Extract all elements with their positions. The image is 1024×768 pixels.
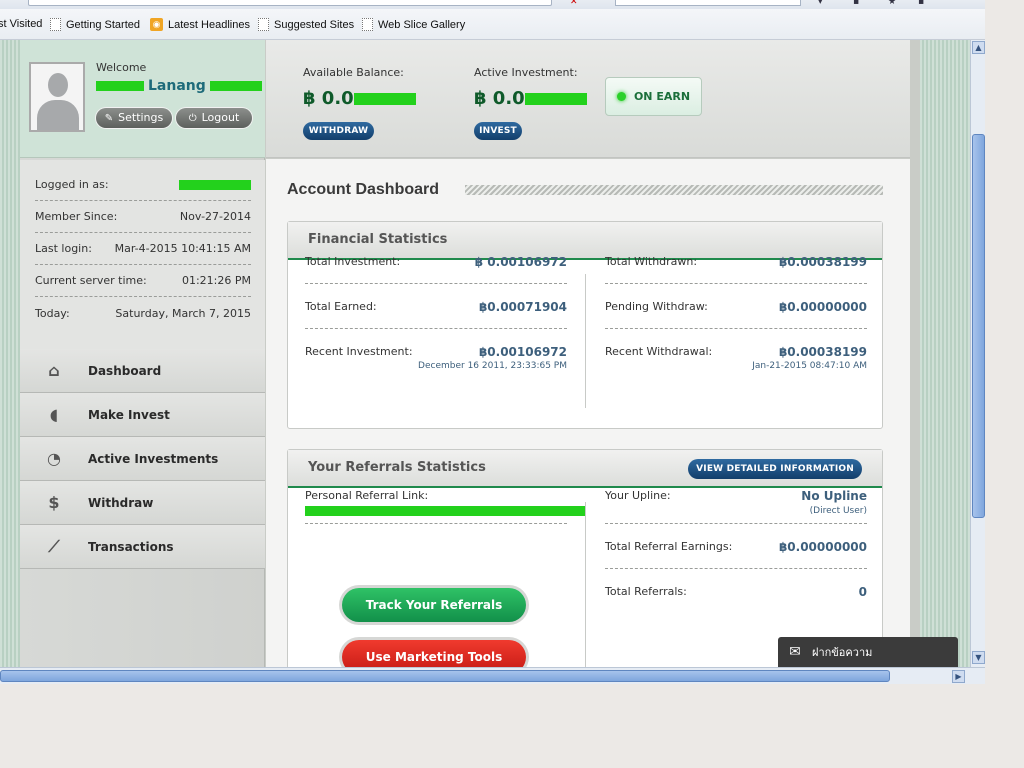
envelope-icon: ✉	[789, 644, 801, 660]
search-box[interactable]	[615, 0, 801, 6]
logout-button[interactable]: ⏻ Logout	[176, 108, 252, 128]
stat-row: Pending Withdraw: ฿0.00000000	[605, 284, 867, 329]
stat-row: Recent Investment: ฿0.00106972 December 1…	[305, 345, 567, 371]
main-content: Account Dashboard Financial Statistics T…	[266, 159, 910, 667]
page-icon	[362, 18, 373, 31]
redacted-username	[179, 179, 251, 190]
info-row-server-time: Current server time: 01:21:26 PM	[35, 265, 251, 297]
background-pattern	[0, 40, 20, 667]
balance-header: Available Balance: ฿ 0.0 WITHDRAW Active…	[266, 40, 910, 158]
scroll-right-icon[interactable]: ▶	[952, 670, 965, 683]
status-badge: ON EARN	[605, 77, 702, 116]
home-icon: ⌂	[48, 361, 60, 380]
home-button-icon[interactable]: ▪	[853, 0, 862, 7]
fav-web-slice-gallery[interactable]: Web Slice Gallery	[362, 18, 465, 31]
power-icon: ⏻	[188, 113, 197, 124]
referrals-left-column: Personal Referral Link:	[305, 467, 585, 524]
money-bag-icon: $	[48, 493, 60, 512]
fav-label: Suggested Sites	[274, 18, 355, 31]
sidebar-item-transactions[interactable]: ⟋ Transactions	[20, 525, 265, 569]
stat-row: Total Referral Earnings: ฿0.00000000	[605, 524, 867, 569]
available-balance-value: ฿ 0.0	[303, 88, 416, 109]
fav-latest-headlines[interactable]: ◉ Latest Headlines	[150, 18, 250, 31]
page-icon	[258, 18, 269, 31]
avatar	[29, 62, 85, 132]
chat-message-tab[interactable]: ✉ ฝากข้อความ	[778, 637, 958, 667]
favorites-bar: st Visited Getting Started ◉ Latest Head…	[0, 9, 985, 40]
pie-chart-icon: ◔	[47, 449, 61, 468]
stop-icon[interactable]: ✕	[570, 0, 579, 7]
status-led-icon	[616, 92, 626, 101]
info-row-last-login: Last login: Mar-4-2015 10:41:15 AM	[35, 233, 251, 265]
withdraw-button[interactable]: WITHDRAW	[303, 122, 374, 140]
horizontal-scrollbar[interactable]: ▶	[0, 667, 985, 684]
favorites-star-icon[interactable]: ★	[888, 0, 897, 7]
profile-card: Welcome Lanang ✎ Settings ⏻ Logout	[20, 40, 265, 158]
piggy-bank-icon: ◖	[49, 405, 59, 424]
stat-row: Your Upline: No Upline (Direct User)	[605, 467, 867, 524]
stat-row: Total Referrals: 0	[605, 585, 867, 599]
sidebar-menu: ⌂ Dashboard ◖ Make Invest ◔ Active Inves…	[20, 349, 265, 569]
sidebar: Welcome Lanang ✎ Settings ⏻ Logout Logged …	[20, 40, 265, 667]
invest-button[interactable]: INVEST	[474, 122, 522, 140]
info-row-today: Today: Saturday, March 7, 2015	[35, 306, 251, 320]
vertical-scrollbar[interactable]: ▲ ▼	[970, 40, 985, 667]
info-row-member-since: Member Since: Nov-27-2014	[35, 201, 251, 233]
fav-label: Web Slice Gallery	[378, 18, 466, 31]
dropdown-icon[interactable]: ▾	[818, 0, 827, 7]
address-bar[interactable]	[28, 0, 552, 6]
fav-label: Latest Headlines	[168, 18, 250, 31]
referral-link[interactable]	[305, 506, 585, 519]
settings-button[interactable]: ✎ Settings	[96, 108, 172, 128]
wrench-icon: ✎	[104, 113, 114, 124]
fav-label: st Visited	[0, 18, 43, 30]
title-divider	[465, 185, 883, 195]
stat-row: Total Withdrawn: ฿0.00038199	[605, 239, 867, 284]
referrals-right-column: Your Upline: No Upline (Direct User) Tota…	[605, 467, 867, 614]
fav-suggested-sites[interactable]: Suggested Sites	[258, 18, 354, 31]
window-edge	[985, 0, 1024, 684]
browser-toolbar: ✕ ▾ ▪ ★ ▪	[0, 0, 985, 9]
background-pattern	[920, 40, 970, 667]
financial-left-column: Total Investment: ฿ 0.00106972 Total Earn…	[305, 239, 567, 374]
stat-row: Total Investment: ฿ 0.00106972	[305, 239, 567, 284]
financial-right-column: Total Withdrawn: ฿0.00038199 Pending With…	[605, 239, 867, 374]
page-icon	[50, 18, 61, 31]
line-chart-icon: ⟋	[48, 536, 60, 556]
page-viewport: Welcome Lanang ✎ Settings ⏻ Logout Logged …	[0, 40, 970, 667]
scroll-up-icon[interactable]: ▲	[972, 41, 985, 54]
account-info: Logged in as: Member Since: Nov-27-2014 …	[20, 160, 265, 350]
referral-link-row: Personal Referral Link:	[305, 467, 585, 524]
user-name: Lanang	[96, 78, 262, 94]
tools-icon[interactable]: ▪	[918, 0, 927, 7]
active-investment-label: Active Investment:	[474, 66, 578, 79]
available-balance-label: Available Balance:	[303, 66, 404, 79]
sidebar-item-active-investments[interactable]: ◔ Active Investments	[20, 437, 265, 481]
welcome-text: Welcome	[96, 61, 147, 74]
info-row-logged-in: Logged in as:	[35, 169, 251, 201]
referrals-statistics-panel: Your Referrals Statistics VIEW DETAILED …	[287, 449, 883, 667]
active-investment-value: ฿ 0.0	[474, 88, 587, 109]
fav-label: Getting Started	[66, 18, 140, 31]
stat-row: Total Earned: ฿0.00071904	[305, 284, 567, 329]
fav-getting-started[interactable]: Getting Started	[50, 18, 140, 31]
fav-most-visited[interactable]: st Visited	[0, 18, 42, 30]
sidebar-item-make-invest[interactable]: ◖ Make Invest	[20, 393, 265, 437]
scrollbar-thumb[interactable]	[0, 670, 890, 682]
financial-statistics-panel: Financial Statistics Total Investment: ฿ …	[287, 221, 883, 429]
stat-row: Recent Withdrawal: ฿0.00038199 Jan-21-201…	[605, 345, 867, 371]
rss-icon: ◉	[150, 18, 163, 31]
page-title: Account Dashboard	[287, 181, 440, 198]
sidebar-item-withdraw[interactable]: $ Withdraw	[20, 481, 265, 525]
scroll-down-icon[interactable]: ▼	[972, 651, 985, 664]
sidebar-item-dashboard[interactable]: ⌂ Dashboard	[20, 349, 265, 393]
marketing-tools-button[interactable]: Use Marketing Tools	[339, 637, 529, 667]
scrollbar-thumb[interactable]	[972, 134, 985, 518]
track-referrals-button[interactable]: Track Your Referrals	[339, 585, 529, 625]
